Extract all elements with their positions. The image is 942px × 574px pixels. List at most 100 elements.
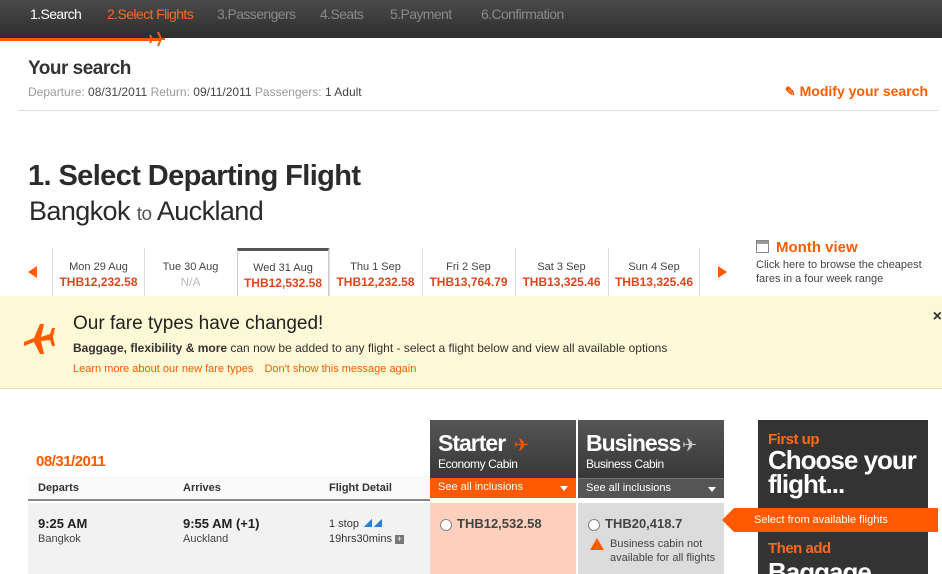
date-cell[interactable]: Thu 1 Sep THB12,232.58	[329, 248, 421, 296]
flight-row: 9:25 AM Bangkok 9:55 AM (+1) Auckland 1 …	[28, 503, 430, 574]
stops-label: 1 stop	[329, 518, 359, 530]
date-price: N/A	[180, 275, 201, 289]
date-label: Mon 29 Aug	[69, 261, 128, 273]
starter-fare-price: THB12,532.58	[457, 516, 542, 531]
business-inclusions-dropdown[interactable]: See all inclusions	[578, 478, 724, 498]
starter-inclusions-dropdown[interactable]: See all inclusions	[430, 478, 576, 498]
date-price: THB12,232.58	[59, 275, 138, 289]
step-search[interactable]: 1.Search	[30, 6, 82, 22]
route-title: Bangkok to Auckland	[29, 196, 264, 227]
airline-logo-icon	[364, 519, 373, 527]
airline-logo-icon	[374, 519, 383, 527]
date-cell-selected[interactable]: Wed 31 Aug THB12,532.58	[237, 248, 329, 297]
pencil-icon: ✎	[784, 84, 796, 99]
close-icon[interactable]: ×	[933, 308, 942, 326]
starter-fare-header: Starter ✈ Economy Cabin See all inclusio…	[430, 420, 576, 498]
promo-panel: First up Choose your flight... Then add …	[758, 420, 928, 574]
date-label: Wed 31 Aug	[253, 262, 313, 274]
date-cell[interactable]: Sun 4 Sep THB13,325.46	[608, 248, 700, 296]
date-cell[interactable]: Mon 29 Aug THB12,232.58	[52, 248, 144, 296]
promo-line3: Then add	[768, 540, 831, 557]
booking-steps-bar: 1.Search 2.Select Flights 3.Passengers 4…	[0, 0, 942, 38]
modify-search-label: Modify your search	[799, 83, 928, 99]
plane-icon: ✈	[514, 435, 530, 455]
departure-value: 08/31/2011	[88, 85, 148, 99]
date-strip: Mon 29 Aug THB12,232.58 Tue 30 Aug N/A W…	[18, 248, 742, 297]
date-price: THB13,325.46	[522, 275, 601, 289]
departure-label: Departure:	[28, 85, 85, 99]
expand-plus-icon[interactable]: +	[394, 534, 404, 544]
date-price: THB13,764.79	[429, 275, 508, 289]
business-fare-cell[interactable]: THB20,418.7 Business cabin not available…	[578, 503, 724, 574]
arrive-time: 9:55 AM (+1)	[183, 516, 260, 531]
step-seats: 4.Seats	[320, 6, 364, 22]
return-value: 09/11/2011	[193, 85, 252, 99]
date-label: Sun 4 Sep	[628, 261, 680, 273]
date-cell[interactable]: Fri 2 Sep THB13,764.79	[422, 248, 514, 296]
business-inclusions-label: See all inclusions	[586, 482, 671, 494]
page-title: 1. Select Departing Flight	[28, 160, 361, 192]
notice-body-bold: Baggage, flexibility & more	[73, 341, 228, 355]
route-destination: Auckland	[156, 196, 264, 226]
notice-title: Our fare types have changed!	[73, 313, 324, 334]
return-label: Return:	[150, 85, 190, 99]
learn-more-link[interactable]: Learn more about our new fare types	[73, 363, 253, 375]
starter-fare-name: Starter	[438, 430, 506, 456]
starter-cabin: Economy Cabin	[438, 457, 518, 471]
dont-show-again-link[interactable]: Don't show this message again	[264, 363, 416, 375]
passengers-label: Passengers:	[254, 85, 322, 99]
search-title: Your search	[28, 58, 131, 79]
business-cabin: Business Cabin	[586, 457, 664, 471]
chevron-down-icon	[708, 487, 716, 492]
modify-search-link[interactable]: ✎ Modify your search	[785, 83, 928, 100]
depart-time: 9:25 AM	[38, 516, 88, 531]
callout-arrow-icon	[722, 508, 734, 532]
starter-fare-cell[interactable]: THB12,532.58	[430, 503, 576, 574]
date-label: Tue 30 Aug	[162, 261, 219, 273]
plane-icon	[24, 324, 55, 354]
business-fare-header: Business ✈ Business Cabin See all inclus…	[578, 420, 724, 498]
business-warning-text: Business cabin not available for all fli…	[610, 538, 716, 564]
notice-body: Baggage, flexibility & more can now be a…	[73, 341, 667, 355]
business-fare-price: THB20,418.7	[605, 516, 683, 531]
next-dates-arrow-icon[interactable]	[718, 266, 727, 278]
previous-dates-arrow-icon[interactable]	[28, 266, 37, 278]
table-date: 08/31/2011	[36, 453, 106, 470]
step-payment: 5.Payment	[390, 6, 452, 22]
promo-line4: Baggage	[768, 557, 872, 574]
table-header: Departs Arrives Flight Detail	[28, 476, 430, 501]
route-origin: Bangkok	[29, 196, 130, 226]
flight-stops[interactable]: 1 stop	[329, 518, 383, 530]
step-confirmation: 6.Confirmation	[481, 6, 564, 22]
starter-fare-radio[interactable]	[440, 519, 452, 531]
notice-body-text: can now be added to any flight - select …	[227, 341, 668, 355]
notice-links: Learn more about our new fare types Don'…	[73, 363, 424, 375]
warning-icon	[590, 538, 604, 550]
business-fare-name: Business	[586, 430, 681, 456]
date-price: THB12,532.58	[243, 276, 323, 290]
date-cell[interactable]: Sat 3 Sep THB13,325.46	[515, 248, 607, 296]
date-cell: Tue 30 Aug N/A	[144, 248, 236, 296]
col-departs: Departs	[38, 482, 79, 494]
date-label: Fri 2 Sep	[446, 261, 491, 273]
date-price: THB12,232.58	[336, 275, 415, 289]
col-arrives: Arrives	[183, 482, 221, 494]
depart-city: Bangkok	[38, 533, 81, 545]
step-passengers: 3.Passengers	[217, 6, 296, 22]
flight-duration[interactable]: 19hrs30mins +	[329, 533, 404, 545]
plane-icon	[147, 31, 165, 47]
starter-inclusions-label: See all inclusions	[438, 481, 523, 493]
business-fare-radio[interactable]	[588, 519, 600, 531]
duration-label: 19hrs30mins	[329, 533, 392, 545]
promo-line2: Choose your flight...	[768, 445, 917, 499]
arrive-city: Auckland	[183, 533, 229, 545]
plane-icon: ✈	[682, 435, 698, 455]
fare-types-notice: Our fare types have changed! Baggage, fl…	[0, 296, 942, 389]
step-select-flights: 2.Select Flights	[107, 6, 194, 22]
progress-line	[0, 38, 160, 41]
passengers-value: 1 Adult	[324, 85, 362, 99]
date-label: Thu 1 Sep	[350, 261, 401, 273]
chevron-down-icon	[560, 486, 568, 491]
select-flight-callout: Select from available flights	[734, 508, 938, 532]
month-view-title: Month view	[776, 239, 858, 256]
